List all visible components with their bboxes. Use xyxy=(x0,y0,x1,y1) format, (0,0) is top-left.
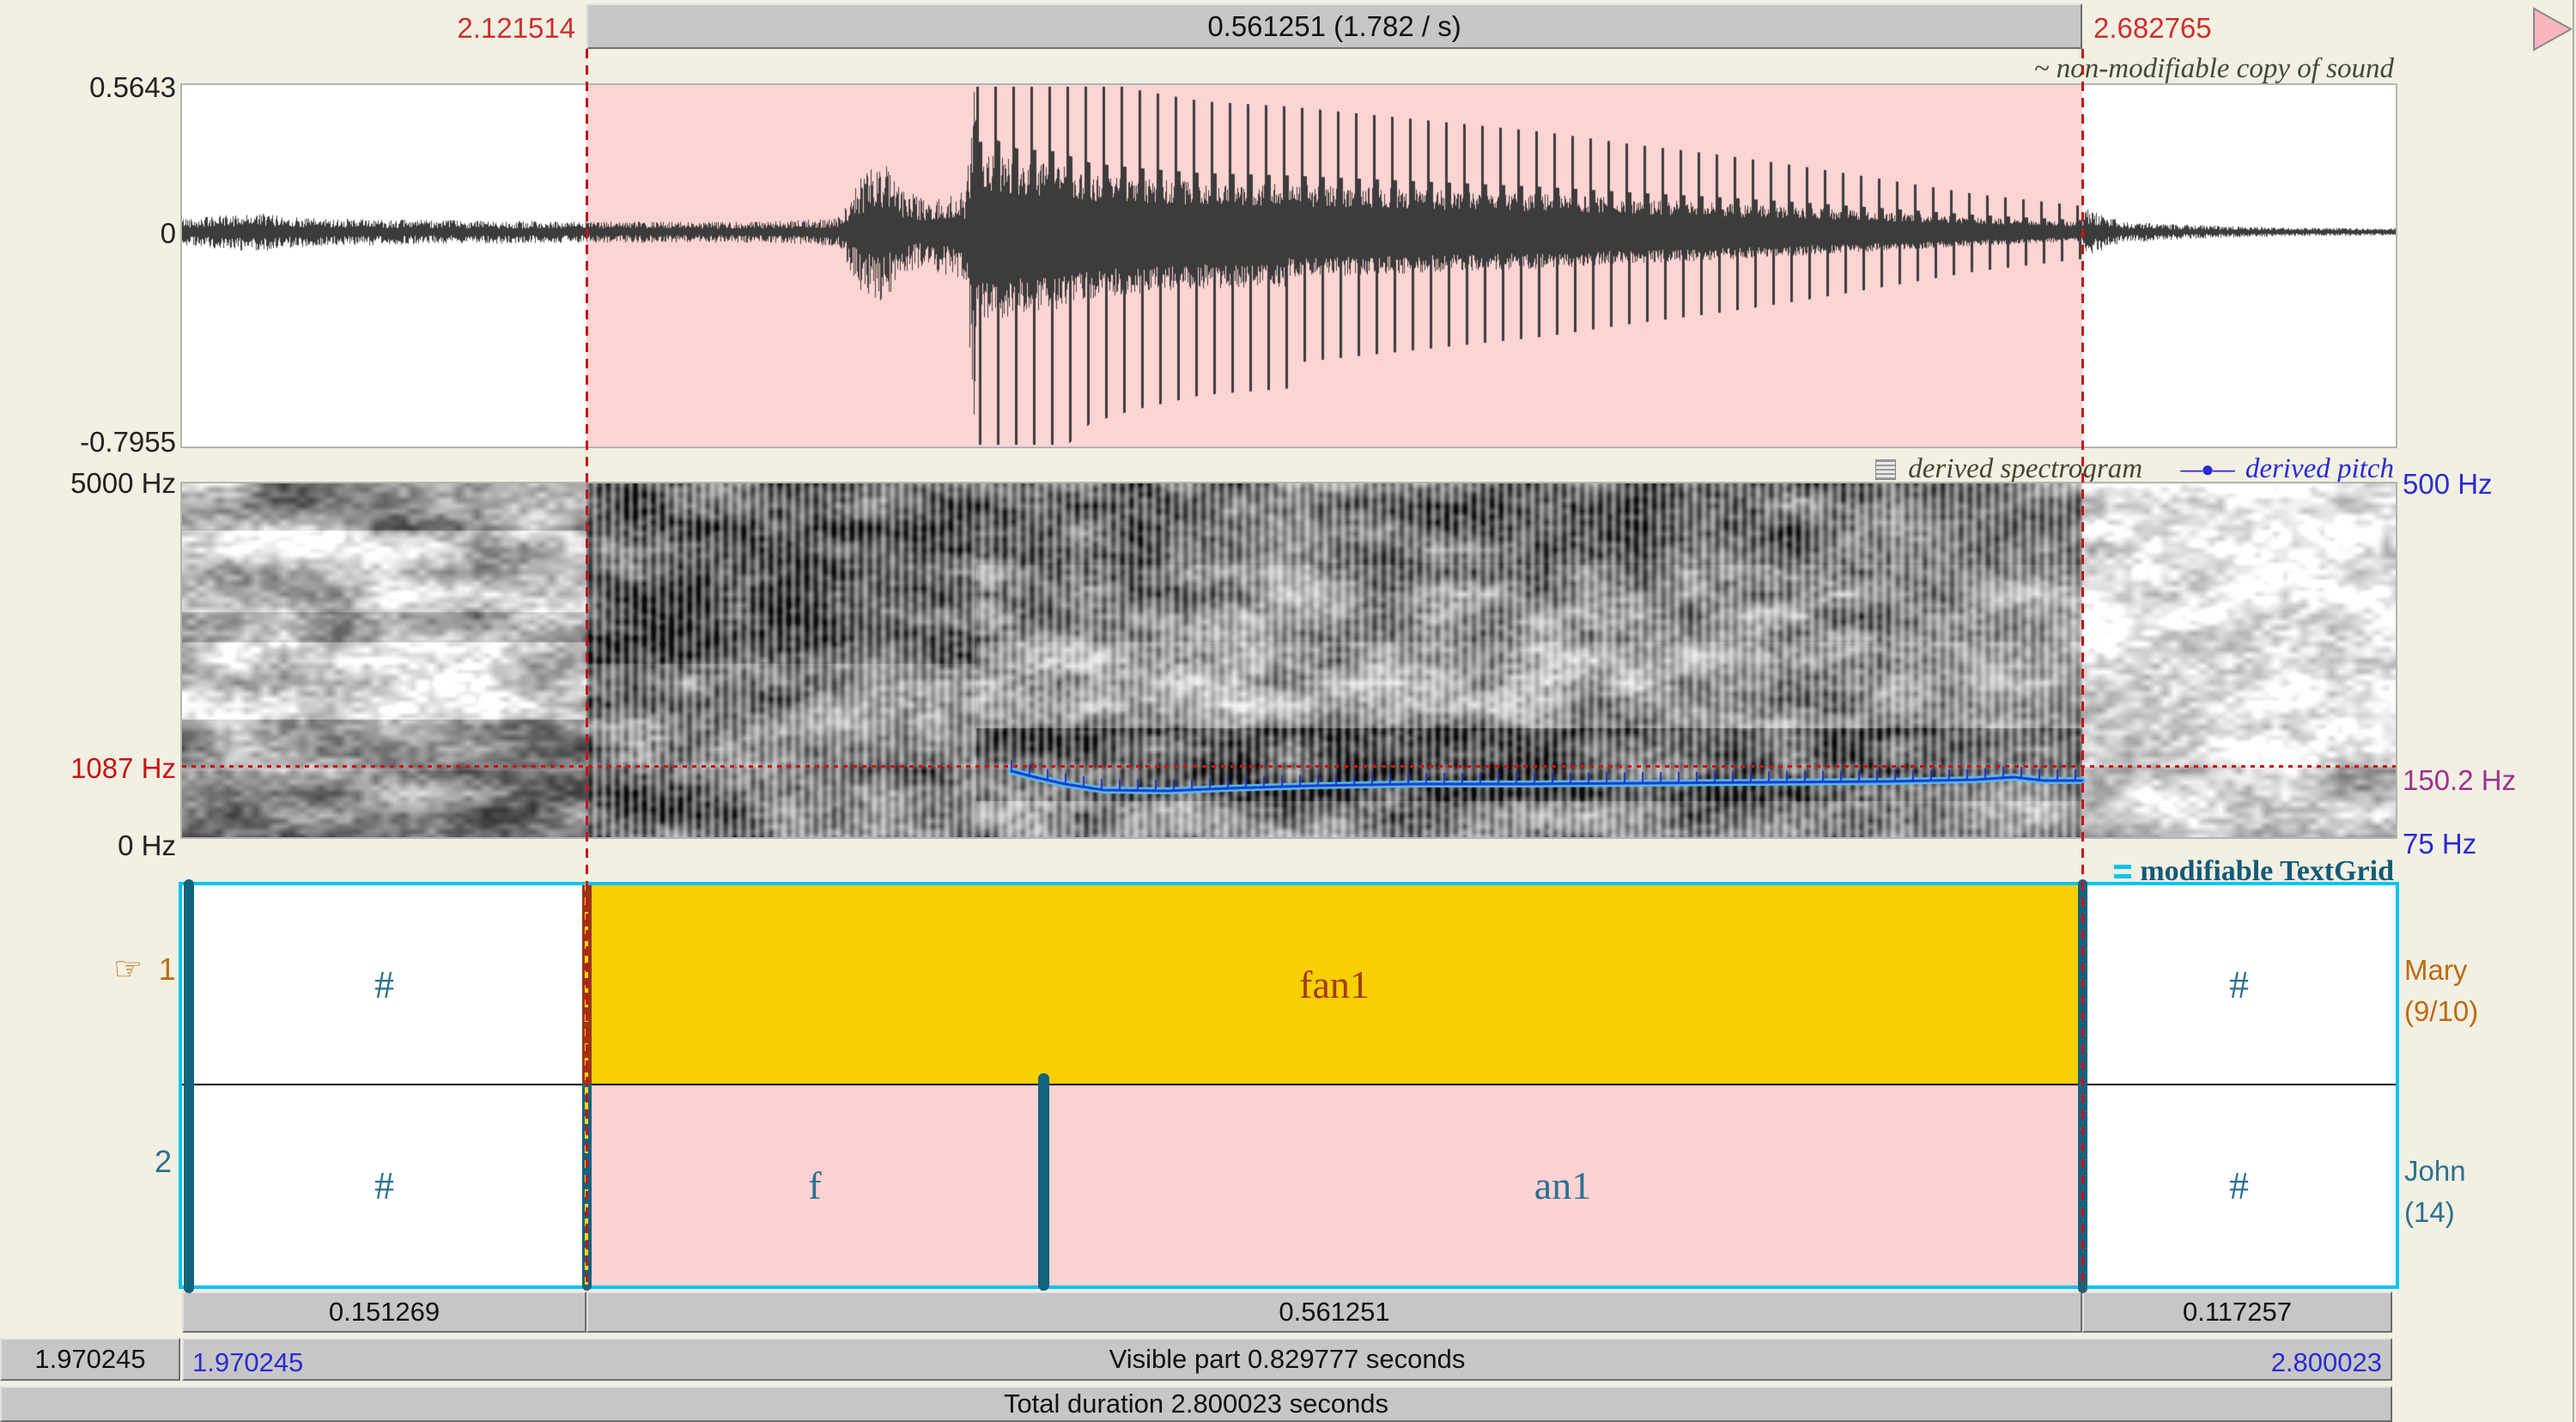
selection-end-line[interactable] xyxy=(2081,49,2084,1291)
duration-right-box[interactable]: 0.117257 xyxy=(2082,1291,2392,1333)
pitch-value-label: 150.2 Hz xyxy=(2403,764,2516,797)
tier1-number: 1 xyxy=(159,951,176,987)
tier1-interval-silence-left[interactable]: # xyxy=(182,885,586,1084)
textgrid-icon xyxy=(2114,865,2131,878)
tier2-interval-silence-right[interactable]: # xyxy=(2082,1085,2396,1285)
selection-duration-bar[interactable]: 0.561251 (1.782 / s) xyxy=(586,3,2082,49)
tier2-speaker-label[interactable]: John (14) xyxy=(2404,1151,2466,1233)
boundary-f-an1[interactable] xyxy=(1038,1073,1049,1291)
tier1-speaker-label[interactable]: Mary (9/10) xyxy=(2404,950,2478,1032)
derived-views-legend: derived spectrogram —●— derived pitch xyxy=(1875,453,2394,485)
tier1-interval-silence-right[interactable]: # xyxy=(2082,885,2396,1084)
duration-selection-box[interactable]: 0.561251 xyxy=(586,1291,2082,1333)
derived-spectrogram-label: derived spectrogram xyxy=(1908,453,2142,485)
waveform-panel[interactable] xyxy=(182,85,2396,447)
selection-start-line[interactable] xyxy=(586,49,588,1291)
selection-start-time: 2.121514 xyxy=(283,12,575,45)
amplitude-min-label: -0.7955 xyxy=(80,426,176,459)
duration-left-box[interactable]: 0.151269 xyxy=(182,1291,586,1333)
pitch-cursor-line xyxy=(182,765,2396,768)
tier1-speaker-name: Mary xyxy=(2404,950,2478,991)
spectrogram-panel[interactable] xyxy=(182,483,2396,837)
pitch-top-label: 500 Hz xyxy=(2403,468,2493,501)
selection-duration-label: 0.561251 (1.782 / s) xyxy=(1207,10,1461,43)
view-end-time: 2.800023 xyxy=(2271,1347,2382,1378)
tier2-speaker-name: John xyxy=(2404,1151,2466,1192)
sound-header: ~ non-modifiable copy of sound xyxy=(2034,53,2394,85)
tier2-speaker-score: (14) xyxy=(2404,1192,2466,1233)
tier2-interval-an1[interactable]: an1 xyxy=(1043,1085,2082,1285)
amplitude-zero-label: 0 xyxy=(161,217,176,250)
tier2-selector[interactable]: 2 xyxy=(155,1144,172,1180)
spectrogram-top-label: 5000 Hz xyxy=(70,467,176,500)
spectrogram-plot xyxy=(182,483,2396,837)
total-duration-bar[interactable]: Total duration 2.800023 seconds xyxy=(0,1386,2392,1422)
textgrid-box: # fan1 # # f an1 # xyxy=(179,882,2399,1289)
spectrogram-cursor-label: 1087 Hz xyxy=(70,752,176,785)
visible-part-label: Visible part 0.829777 seconds xyxy=(1109,1344,1466,1375)
tier1-speaker-score: (9/10) xyxy=(2404,991,2478,1032)
praat-editor-window: 2.121514 0.561251 (1.782 / s) 2.682765 ~… xyxy=(0,0,2576,1422)
tier1-interval-fan1-selected[interactable]: fan1 xyxy=(586,885,2082,1084)
selection-end-time: 2.682765 xyxy=(2093,12,2212,45)
spectrogram-grid-icon xyxy=(1875,459,1896,480)
pitch-line-icon: —●— xyxy=(2180,456,2233,483)
tier1-selector[interactable]: ☞ 1 xyxy=(113,950,176,988)
view-start-time: 1.970245 xyxy=(192,1347,303,1378)
spectrogram-bottom-label: 0 Hz xyxy=(118,830,176,862)
pointing-hand-icon: ☞ xyxy=(113,951,143,988)
play-triangle-icon[interactable] xyxy=(2531,7,2574,52)
pitch-bottom-label: 75 Hz xyxy=(2403,828,2476,860)
tier2-interval-silence-left[interactable]: # xyxy=(182,1085,586,1285)
derived-pitch-label: derived pitch xyxy=(2245,453,2394,485)
textgrid-left-edge-boundary[interactable] xyxy=(184,879,194,1293)
tier2-number: 2 xyxy=(155,1144,172,1179)
window-start-box[interactable]: 1.970245 xyxy=(0,1338,180,1381)
tier2-interval-f[interactable]: f xyxy=(586,1085,1043,1285)
window-right-edge xyxy=(2573,0,2574,1422)
waveform-plot xyxy=(182,85,2396,447)
visible-part-bar[interactable]: 1.970245 Visible part 0.829777 seconds 2… xyxy=(182,1338,2392,1381)
amplitude-max-label: 0.5643 xyxy=(89,71,176,104)
